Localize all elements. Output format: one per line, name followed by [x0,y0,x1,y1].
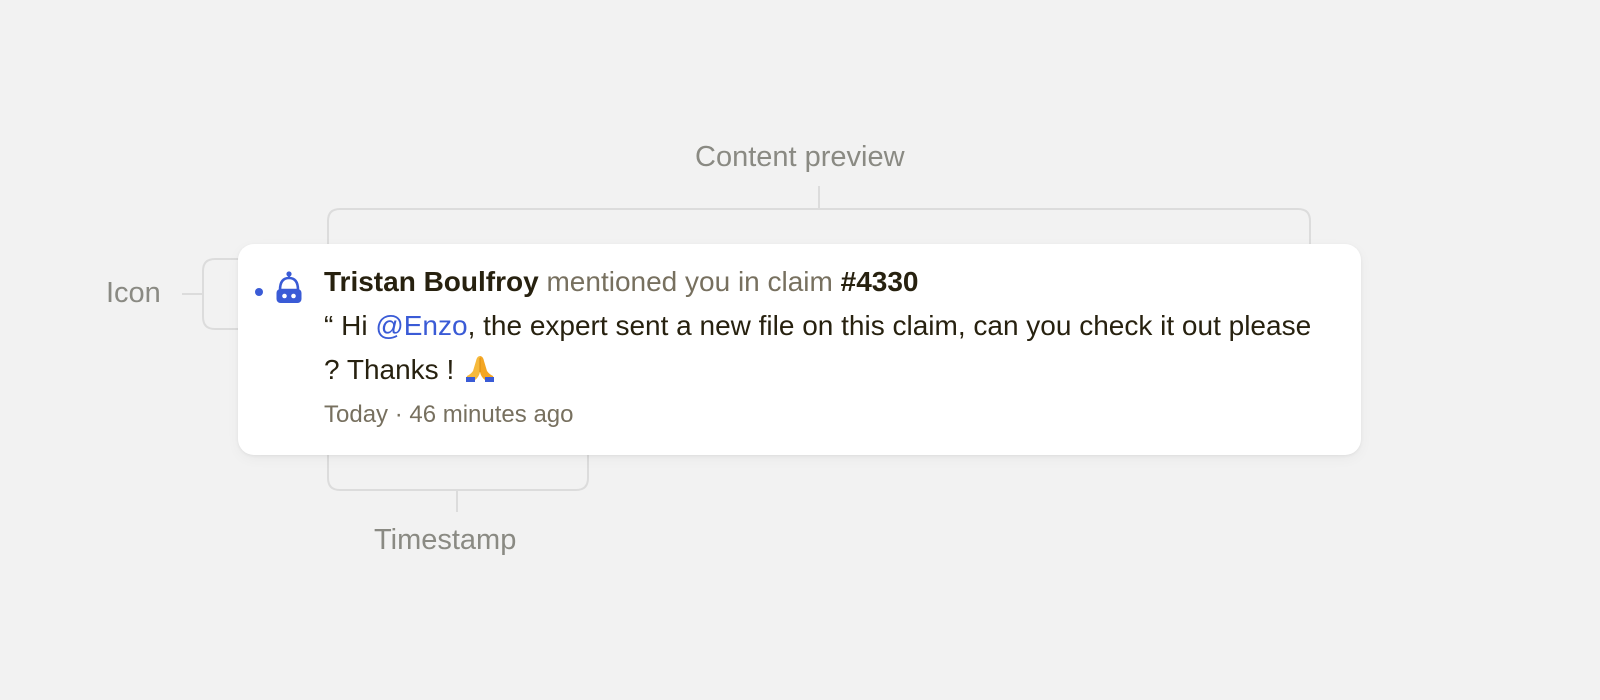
claim-reference[interactable]: #4330 [841,266,919,297]
timestamp-annotation: Timestamp [374,524,517,556]
unread-dot [255,288,263,296]
timestamp: Today · 46 minutes ago [324,401,574,428]
icon-bracket [182,258,238,330]
notification-headline: Tristan Boulfroy mentioned you in claim … [324,262,1324,302]
preview-quote-open: “ Hi [324,310,376,341]
icon-annotation: Icon [106,277,161,309]
timestamp-bracket [327,455,589,512]
notification-card[interactable]: Tristan Boulfroy mentioned you in claim … [238,244,1361,455]
notification-content: Tristan Boulfroy mentioned you in claim … [324,262,1324,430]
content-preview-bracket [327,186,1311,244]
folded-hands-icon [466,356,495,382]
mention-link[interactable]: @Enzo [375,310,467,341]
author-name[interactable]: Tristan Boulfroy [324,266,539,297]
notification-action: mentioned you in claim [546,266,833,297]
robot-bell-icon [276,271,302,303]
content-preview-annotation: Content preview [695,141,905,173]
content-preview: “ Hi @Enzo, the expert sent a new file o… [324,304,1324,392]
